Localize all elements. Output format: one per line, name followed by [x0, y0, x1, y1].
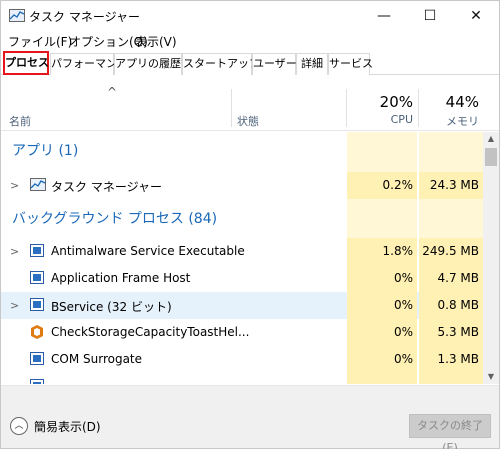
sort-arrow-icon[interactable]: ^ [107, 85, 117, 99]
column-memory[interactable]: メモリ [419, 113, 479, 129]
column-cpu[interactable]: CPU [347, 113, 413, 126]
menu-view[interactable]: 表示(V) [135, 33, 177, 50]
close-button[interactable]: ✕ [453, 1, 499, 31]
process-row[interactable]: CheckStorageCapacityToastHel... 0% 5.3 M… [1, 319, 483, 346]
chevron-right-icon[interactable]: > [10, 179, 19, 192]
cpu-total: 20% [379, 93, 413, 111]
service-icon [30, 244, 44, 257]
tab-app-history[interactable]: アプリの履歴 [114, 53, 182, 75]
process-cpu: 0% [393, 271, 413, 285]
end-task-button[interactable]: タスクの終了(E) [409, 414, 491, 449]
menu-bar: ファイル(F) オプション(O) 表示(V) [1, 31, 499, 51]
process-memory: 0.8 MB [437, 298, 479, 312]
process-name: タスク マネージャー [51, 180, 162, 194]
process-name: Application Frame Host [51, 271, 191, 285]
tab-users[interactable]: ユーザー [252, 53, 297, 75]
process-cpu: 0% [393, 352, 413, 366]
scroll-up-icon[interactable]: ▲ [483, 132, 499, 146]
footer: ︿ 簡易表示(D) タスクの終了(E) [1, 385, 499, 449]
service-icon [30, 271, 44, 284]
menu-file[interactable]: ファイル(F) [8, 33, 72, 50]
process-name: COM Surrogate [51, 352, 143, 366]
process-memory: 249.5 MB [422, 244, 479, 258]
service-icon [30, 352, 44, 365]
process-row[interactable]: > タスク マネージャー 0.2% 24.3 MB [1, 172, 483, 199]
process-row-partial[interactable] [1, 373, 483, 384]
process-memory: 1.3 MB [437, 352, 479, 366]
column-status[interactable]: 状態 [237, 113, 259, 129]
process-row-selected[interactable]: > BService (32 ビット) 0% 0.8 MB [1, 292, 483, 319]
simple-view-link[interactable]: 簡易表示(D) [34, 418, 101, 435]
group-header: アプリ (1) [1, 140, 483, 167]
process-row[interactable]: COM Surrogate 0% 1.3 MB [1, 346, 483, 373]
process-memory: 24.3 MB [429, 178, 479, 192]
process-row[interactable]: > Antimalware Service Executable 1.8% 24… [1, 238, 483, 265]
process-memory: 5.3 MB [437, 325, 479, 339]
column-name[interactable]: 名前 [9, 113, 31, 129]
tab-processes[interactable]: プロセス [3, 51, 49, 75]
minimize-button[interactable]: — [361, 1, 407, 31]
vertical-scrollbar[interactable]: ▲ ▼ [483, 132, 499, 384]
group-header: バックグラウンド プロセス (84) [1, 208, 483, 235]
column-divider[interactable] [231, 89, 232, 127]
service-icon [30, 298, 44, 311]
tab-performance[interactable]: パフォーマンス [50, 53, 128, 75]
orange-app-icon [30, 325, 44, 339]
process-cpu: 1.8% [382, 244, 414, 258]
tab-services[interactable]: サービス [328, 53, 373, 75]
memory-total: 44% [445, 93, 479, 111]
process-name: BService (32 ビット) [51, 300, 172, 314]
cpu-cell [347, 373, 417, 384]
process-cpu: 0% [393, 298, 413, 312]
process-name: Antimalware Service Executable [51, 244, 245, 258]
process-row[interactable]: Application Frame Host 0% 4.7 MB [1, 265, 483, 292]
tab-details[interactable]: 詳細 [296, 53, 328, 75]
group-background-label: バックグラウンド プロセス (84) [12, 211, 218, 227]
title-bar[interactable]: タスク マネージャー — ☐ ✕ [1, 1, 499, 31]
process-list: アプリ (1) > タスク マネージャー 0.2% 24.3 MB バックグラウ… [1, 132, 483, 384]
scroll-down-icon[interactable]: ▼ [483, 370, 499, 384]
task-manager-icon [9, 9, 25, 22]
task-manager-window: タスク マネージャー — ☐ ✕ ファイル(F) オプション(O) 表示(V) … [0, 0, 500, 449]
maximize-button[interactable]: ☐ [407, 1, 453, 31]
tab-bar: プロセス パフォーマンス アプリの履歴 スタートアップ ユーザー 詳細 サービス [1, 51, 499, 75]
chevron-right-icon[interactable]: > [10, 245, 19, 258]
memory-cell [419, 373, 483, 384]
process-name: CheckStorageCapacityToastHel... [51, 325, 250, 339]
service-icon [30, 379, 44, 384]
group-apps-label: アプリ (1) [12, 143, 79, 159]
process-memory: 4.7 MB [437, 271, 479, 285]
window-title: タスク マネージャー [29, 10, 140, 24]
scrollbar-thumb[interactable] [485, 148, 497, 166]
chevron-right-icon[interactable]: > [10, 299, 19, 312]
process-cpu: 0.2% [382, 178, 414, 192]
column-header: ^ 名前 状態 20% CPU 44% メモリ [1, 75, 499, 131]
process-cpu: 0% [393, 325, 413, 339]
task-manager-icon [30, 178, 46, 191]
tab-startup[interactable]: スタートアップ [182, 53, 260, 75]
chevron-up-icon[interactable]: ︿ [10, 417, 28, 435]
